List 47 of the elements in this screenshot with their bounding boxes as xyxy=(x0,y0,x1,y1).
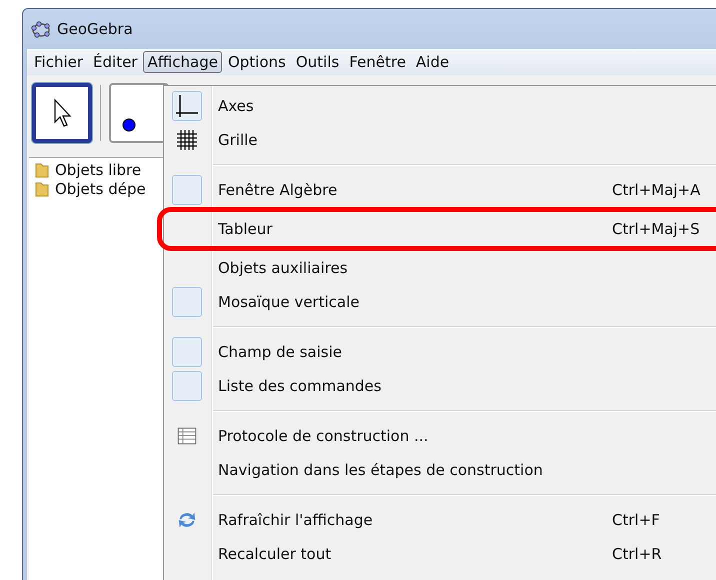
menu-entry-label: Champ de saisie xyxy=(218,343,342,361)
tool-button[interactable] xyxy=(32,83,92,143)
tool-button[interactable] xyxy=(109,83,169,143)
menu-entry[interactable]: Mosaïque verticale xyxy=(164,285,716,319)
menu-entry-label: Recalculer tout xyxy=(218,545,332,563)
menu-entry[interactable]: Recalculer tout Ctrl+R xyxy=(164,537,716,571)
tree-item[interactable]: Objets libre xyxy=(55,160,142,178)
menu-entry[interactable]: Grille xyxy=(164,123,716,157)
pointer-icon xyxy=(52,98,72,128)
window-title: GeoGebra xyxy=(57,20,133,38)
menu-entry-label: Objets auxiliaires xyxy=(218,259,348,277)
grid-icon xyxy=(175,128,199,152)
menu-item[interactable]: Options xyxy=(224,51,290,73)
menu-entry[interactable]: Objets auxiliaires xyxy=(164,251,716,285)
shortcut-label: Ctrl+F xyxy=(612,511,660,529)
table-icon xyxy=(176,425,198,447)
menu-item[interactable]: Éditer xyxy=(89,51,142,73)
menu-entry[interactable]: Axes xyxy=(164,89,716,123)
app-logo-icon xyxy=(31,20,51,38)
shortcut-label: Ctrl+R xyxy=(612,545,662,563)
tree-item[interactable]: Objets dépe xyxy=(55,180,146,198)
menu-item[interactable]: Fichier xyxy=(30,51,88,73)
menu-item[interactable]: Affichage xyxy=(143,51,222,73)
menu-entry[interactable]: Protocole de construction ... xyxy=(164,419,716,453)
menu-entry-label: Mosaïque verticale xyxy=(218,293,360,311)
menu-entry[interactable]: Fenêtre Algèbre Ctrl+Maj+A xyxy=(164,173,716,207)
menu-entry-label: Protocole de construction ... xyxy=(218,427,428,445)
menu-entry-label: Tableur xyxy=(218,220,272,238)
menu-entry-label: Fenêtre Algèbre xyxy=(218,181,338,199)
menu-entry-label: Grille xyxy=(218,131,258,149)
menu-item[interactable]: Outils xyxy=(292,51,344,73)
point-icon xyxy=(122,118,136,132)
folder-icon xyxy=(35,180,49,196)
menu-entry-label: Axes xyxy=(218,97,254,115)
menu-entry-label: Navigation dans les étapes de construction xyxy=(218,461,543,479)
menu-item[interactable]: Aide xyxy=(412,51,454,73)
highlighted-menu-entry[interactable]: Tableur Ctrl+Maj+S xyxy=(157,207,716,251)
menu-entry-label: Rafraîchir l'affichage xyxy=(218,511,373,529)
menu-entry[interactable]: Champ de saisie xyxy=(164,335,716,369)
shortcut-label: Ctrl+Maj+S xyxy=(612,220,700,238)
menu-entry[interactable]: Liste des commandes xyxy=(164,369,716,403)
folder-icon xyxy=(35,162,49,178)
menu-entry-label: Liste des commandes xyxy=(218,377,382,395)
menu-entry[interactable]: Rafraîchir l'affichage Ctrl+F xyxy=(164,503,716,537)
menu-entry[interactable]: Navigation dans les étapes de construction xyxy=(164,453,716,487)
shortcut-label: Ctrl+Maj+A xyxy=(612,181,700,199)
menu-item[interactable]: Fenêtre xyxy=(345,51,410,73)
